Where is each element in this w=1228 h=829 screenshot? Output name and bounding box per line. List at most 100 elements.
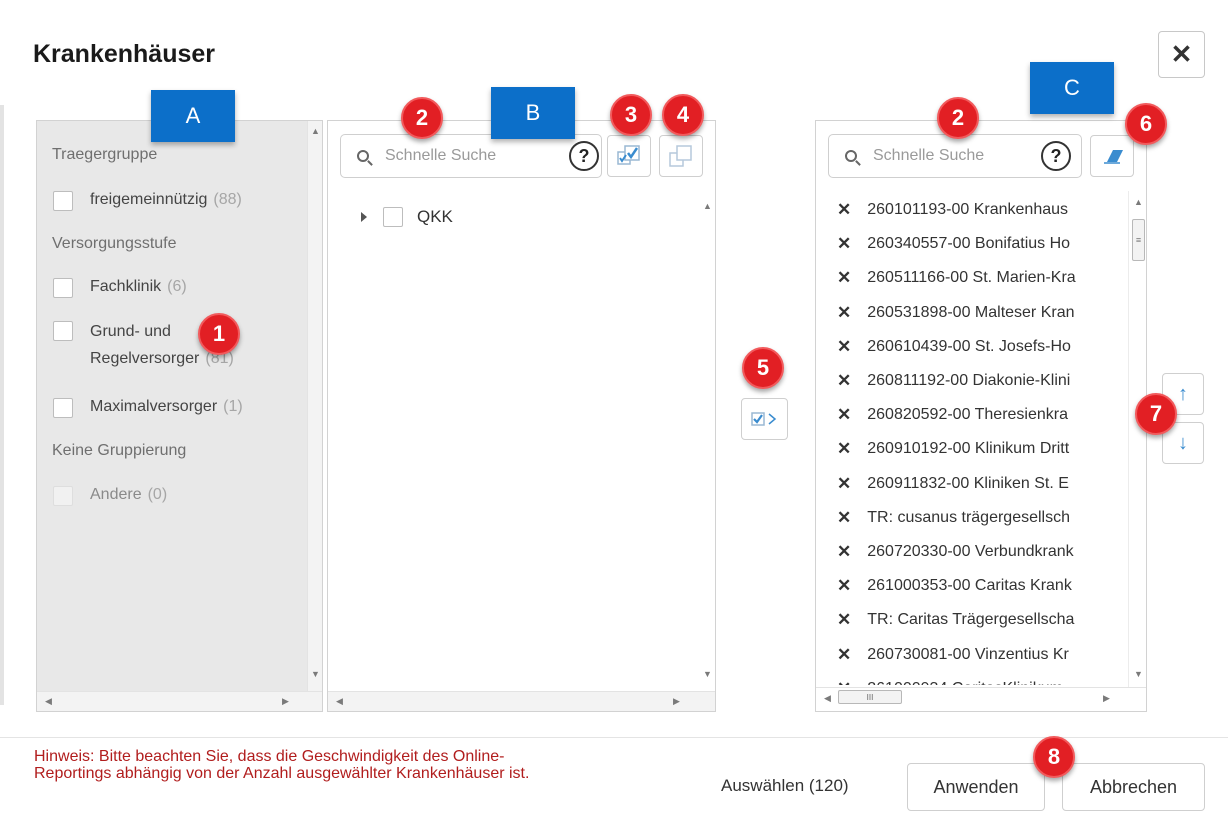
remove-icon[interactable]: ✕ bbox=[837, 337, 851, 357]
remove-icon[interactable]: ✕ bbox=[837, 645, 851, 665]
filter-panel: Traegergruppe freigemeinnützig (88) Vers… bbox=[36, 120, 323, 712]
scroll-thumb[interactable]: ≡ bbox=[1132, 219, 1145, 261]
checkbox[interactable] bbox=[53, 321, 73, 341]
annotation-badge-5: 5 bbox=[742, 347, 784, 389]
scroll-right-arrow[interactable]: ▶ bbox=[1103, 693, 1110, 703]
remove-icon[interactable]: ✕ bbox=[837, 474, 851, 494]
close-button[interactable]: ✕ bbox=[1158, 31, 1205, 78]
select-all-button[interactable] bbox=[607, 135, 651, 177]
filter-horizontal-scrollbar[interactable]: ◀ ▶ bbox=[37, 691, 322, 711]
checkbox[interactable] bbox=[53, 398, 73, 418]
hint-line-2: Reportings abhängig von der Anzahl ausge… bbox=[34, 765, 530, 782]
arrow-down-icon: ↓ bbox=[1178, 431, 1188, 454]
selected-item-label: 260340557-00 Bonifatius Ho bbox=[867, 235, 1071, 253]
checkbox[interactable] bbox=[383, 207, 403, 227]
selected-item-label: 260911832-00 Kliniken St. E bbox=[867, 474, 1069, 492]
remove-icon[interactable]: ✕ bbox=[837, 610, 851, 630]
clear-selection-button[interactable] bbox=[1090, 135, 1134, 177]
selected-item: ✕ 260811192-00 Diakonie-Klini bbox=[816, 364, 1128, 398]
search-placeholder: Schnelle Suche bbox=[873, 147, 985, 164]
selection-vertical-scrollbar[interactable]: ▲ ≡ ▼ bbox=[1128, 191, 1146, 687]
scroll-down-arrow[interactable]: ▼ bbox=[311, 669, 320, 679]
scroll-thumb[interactable]: III bbox=[838, 690, 902, 704]
help-icon[interactable]: ? bbox=[1041, 141, 1071, 171]
apply-button[interactable]: Anwenden bbox=[907, 763, 1045, 811]
scroll-up-arrow[interactable]: ▲ bbox=[1134, 197, 1143, 207]
selected-item-label: 261000934 CaritasKlinikum bbox=[867, 680, 1063, 685]
filter-freigemeinnuetzig[interactable]: freigemeinnützig (88) bbox=[53, 191, 242, 211]
select-count: Auswählen (120) bbox=[721, 776, 849, 795]
filter-fachklinik[interactable]: Fachklinik (6) bbox=[53, 278, 187, 298]
selected-list: ✕ 260101193-00 Krankenhaus ✕ 260340557-00 B… bbox=[816, 193, 1128, 685]
hint-line-1: Hinweis: Bitte beachten Sie, dass die Ge… bbox=[34, 748, 505, 765]
selected-item: ✕ 260531898-00 Malteser Kran bbox=[816, 296, 1128, 330]
filter-label-line2: Regelversorger bbox=[90, 350, 200, 367]
scroll-up-arrow[interactable]: ▲ bbox=[311, 126, 320, 136]
filter-maximalversorger[interactable]: Maximalversorger (1) bbox=[53, 398, 243, 418]
cancel-button[interactable]: Abbrechen bbox=[1062, 763, 1205, 811]
search-icon bbox=[357, 150, 369, 162]
expand-arrow-icon[interactable] bbox=[361, 212, 367, 222]
selected-item: ✕ TR: cusanus trägergesellsch bbox=[816, 501, 1128, 535]
remove-icon[interactable]: ✕ bbox=[837, 268, 851, 288]
filter-label: Maximalversorger bbox=[90, 398, 218, 415]
scroll-down-arrow[interactable]: ▼ bbox=[703, 669, 712, 679]
search-icon bbox=[845, 150, 857, 162]
tree-vertical-scrollbar[interactable]: ▲ ▼ bbox=[700, 191, 715, 691]
left-edge-shadow bbox=[0, 105, 4, 705]
add-selected-button[interactable] bbox=[741, 398, 788, 440]
tree-search-input[interactable]: Schnelle Suche ? bbox=[340, 134, 602, 178]
remove-icon[interactable]: ✕ bbox=[837, 405, 851, 425]
scroll-up-arrow[interactable]: ▲ bbox=[703, 201, 712, 211]
arrow-up-icon: ↑ bbox=[1178, 382, 1188, 405]
filter-count: (6) bbox=[167, 278, 187, 295]
group-label-traegergruppe: Traegergruppe bbox=[52, 146, 158, 163]
selection-horizontal-scrollbar[interactable]: ◀ III ▶ bbox=[816, 687, 1146, 707]
selected-item: ✕ 260910192-00 Klinikum Dritt bbox=[816, 432, 1128, 466]
selected-item-label: 260101193-00 Krankenhaus bbox=[867, 201, 1069, 219]
selection-panel: Schnelle Suche ? ✕ 260101193-00 Krankenha… bbox=[815, 120, 1147, 712]
remove-icon[interactable]: ✕ bbox=[837, 508, 851, 528]
copy-icon bbox=[669, 145, 692, 167]
scroll-left-arrow[interactable]: ◀ bbox=[824, 693, 831, 703]
tree-node-qkk[interactable]: QKK bbox=[361, 207, 453, 227]
help-icon[interactable]: ? bbox=[569, 141, 599, 171]
tree-horizontal-scrollbar[interactable]: ◀ ▶ bbox=[328, 691, 715, 711]
remove-icon[interactable]: ✕ bbox=[837, 234, 851, 254]
checkbox[interactable] bbox=[53, 191, 73, 211]
filter-count: (1) bbox=[223, 398, 243, 415]
scroll-left-arrow[interactable]: ◀ bbox=[45, 696, 52, 706]
selected-item: ✕ 260610439-00 St. Josefs-Ho bbox=[816, 330, 1128, 364]
group-label-keine-gruppierung: Keine Gruppierung bbox=[52, 442, 187, 459]
annotation-label-b: B bbox=[491, 87, 575, 139]
selected-item: ✕ 260340557-00 Bonifatius Ho bbox=[816, 227, 1128, 261]
scroll-right-arrow[interactable]: ▶ bbox=[282, 696, 289, 706]
deselect-all-button[interactable] bbox=[659, 135, 703, 177]
annotation-label-a: A bbox=[151, 90, 235, 142]
checkbox[interactable] bbox=[53, 278, 73, 298]
checkbox bbox=[53, 486, 73, 506]
selection-search-input[interactable]: Schnelle Suche ? bbox=[828, 134, 1082, 178]
remove-icon[interactable]: ✕ bbox=[837, 371, 851, 391]
scroll-left-arrow[interactable]: ◀ bbox=[336, 696, 343, 706]
annotation-badge-4: 4 bbox=[662, 94, 704, 136]
remove-icon[interactable]: ✕ bbox=[837, 576, 851, 596]
selected-item-label: TR: cusanus trägergesellsch bbox=[867, 508, 1071, 526]
annotation-label-c: C bbox=[1030, 62, 1114, 114]
close-icon: ✕ bbox=[1170, 39, 1193, 69]
remove-icon[interactable]: ✕ bbox=[837, 439, 851, 459]
selected-item: ✕ 260820592-00 Theresienkra bbox=[816, 398, 1128, 432]
remove-icon[interactable]: ✕ bbox=[837, 303, 851, 323]
remove-icon[interactable]: ✕ bbox=[837, 200, 851, 220]
dialog-title: Krankenhäuser bbox=[33, 40, 216, 68]
scroll-down-arrow[interactable]: ▼ bbox=[1134, 669, 1143, 679]
filter-vertical-scrollbar[interactable]: ▲ ▼ bbox=[307, 121, 322, 691]
hint-text: Hinweis: Bitte beachten Sie, dass die Ge… bbox=[34, 748, 654, 782]
annotation-badge-7: 7 bbox=[1135, 393, 1177, 435]
scroll-right-arrow[interactable]: ▶ bbox=[673, 696, 680, 706]
remove-icon[interactable]: ✕ bbox=[837, 679, 851, 685]
remove-icon[interactable]: ✕ bbox=[837, 542, 851, 562]
transfer-check-icon bbox=[750, 412, 776, 426]
filter-label: freigemeinnützig bbox=[90, 191, 208, 208]
selected-item: ✕ 261000353-00 Caritas Krank bbox=[816, 569, 1128, 603]
